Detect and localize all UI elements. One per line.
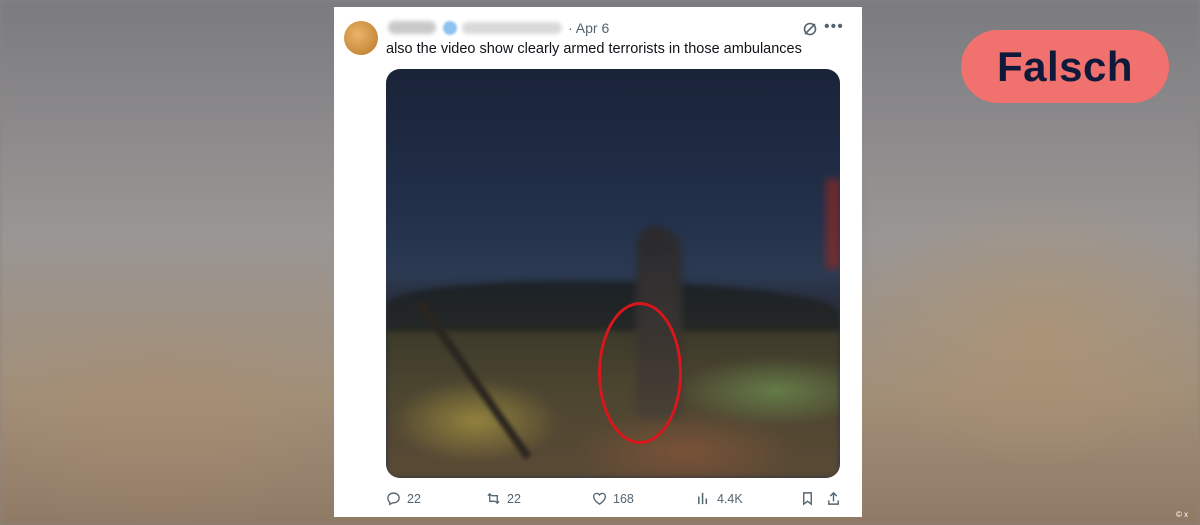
reply-icon <box>387 492 400 506</box>
grok-icon[interactable] <box>802 21 818 37</box>
red-circle-annotation <box>598 302 682 444</box>
like-count: 168 <box>613 491 634 506</box>
like-icon <box>593 492 606 505</box>
tweet-date[interactable]: · Apr 6 <box>568 20 609 36</box>
tweet-video[interactable] <box>386 69 840 478</box>
repost-icon <box>487 492 500 505</box>
tweet-text: also the video show clearly armed terror… <box>386 41 802 57</box>
bookmark-icon <box>803 492 812 506</box>
reply-count: 22 <box>407 491 421 506</box>
image-credit: © x <box>1176 510 1189 519</box>
repost-count: 22 <box>507 491 521 506</box>
video-person-head <box>640 227 668 257</box>
verified-badge-icon <box>443 21 457 35</box>
views-count: 4.4K <box>717 491 743 506</box>
avatar[interactable] <box>344 21 378 55</box>
repost-button[interactable]: 22 <box>486 491 521 506</box>
like-button[interactable]: 168 <box>592 491 634 506</box>
blurred-display-name <box>388 21 436 34</box>
bookmark-button[interactable] <box>800 491 815 506</box>
share-button[interactable] <box>826 491 841 506</box>
verdict-badge: Falsch <box>961 30 1169 103</box>
video-red-light <box>826 179 840 269</box>
views-button[interactable]: 4.4K <box>696 491 743 506</box>
tweet-actions: 22 22 168 4.4K <box>386 491 842 507</box>
verdict-label: Falsch <box>996 42 1134 90</box>
share-icon <box>828 491 839 505</box>
views-icon <box>698 492 708 505</box>
reply-button[interactable]: 22 <box>386 491 421 506</box>
blurred-handle <box>462 22 562 34</box>
more-icon[interactable]: ••• <box>824 19 844 35</box>
